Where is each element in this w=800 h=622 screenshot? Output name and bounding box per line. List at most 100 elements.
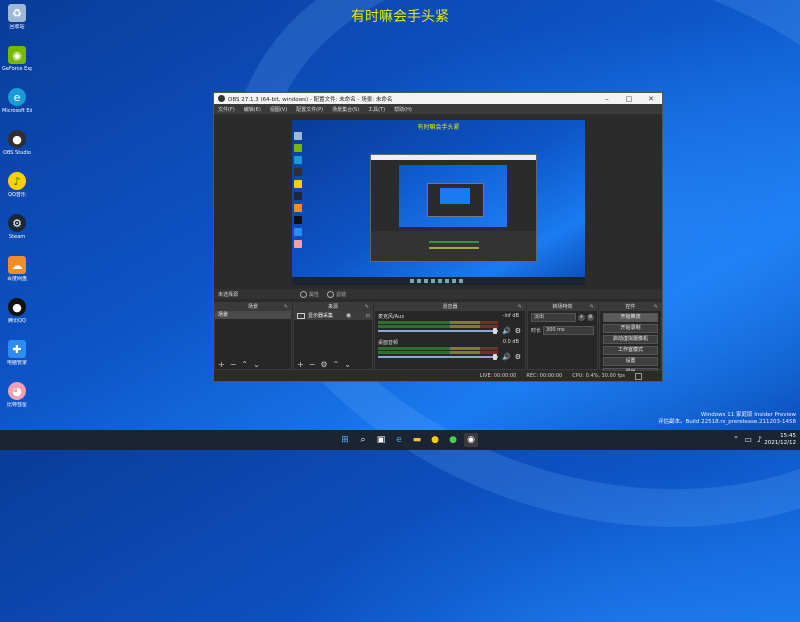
scene-transitions-dock: 转场特效 ✎ 淡出 + ⚙ 时长 300 ms [527,302,598,370]
source-item-display-capture[interactable]: 显示器采集 ◉ ▫ [294,311,372,320]
gear-icon[interactable]: ⚙ [515,327,521,335]
volume-meter [378,347,498,350]
desktop-icon-qq-music[interactable]: ♪ QQ音乐 [2,172,32,198]
remove-scene-button[interactable]: − [230,360,237,369]
studio-mode-button[interactable]: 工作室模式 [603,346,658,355]
qq-icon: ● [8,298,26,316]
remove-source-button[interactable]: − [309,360,316,369]
obs-icon: ● [8,130,26,148]
start-streaming-button[interactable]: 开始推流 [603,313,658,322]
obs-titlebar[interactable]: OBS 27.1.3 (64-bit, windows) - 配置文件: 未命名… [214,93,662,104]
add-source-button[interactable]: + [297,360,304,369]
speaker-icon[interactable]: 🔊 [502,353,511,361]
desktop-icon-pc-manager[interactable]: ✚ 电脑管家 [2,340,32,366]
menu-profile[interactable]: 配置文件(P) [296,106,323,113]
menu-edit[interactable]: 编辑(E) [244,106,261,113]
preview-taskbar [292,277,585,285]
add-scene-button[interactable]: + [218,360,225,369]
start-windows-icon[interactable]: ⊞ [338,433,352,447]
status-bar: LIVE: 00:00:00 REC: 00:00:00 CPU: 0.4%, … [214,371,662,381]
source-toolbar: 未选择源 属性 滤镜 [214,289,662,299]
chevron-up-icon[interactable]: ⌃ [733,435,740,444]
task-view-icon[interactable]: ▣ [374,433,388,447]
search-icon[interactable]: ⌕ [356,433,370,447]
settings-button[interactable]: 设置 [603,357,658,366]
move-down-button[interactable]: ⌄ [253,360,260,369]
transition-settings-button[interactable]: ⚙ [587,314,594,321]
volume-slider[interactable] [378,330,498,332]
desktop-icon-baidu[interactable]: ☁ 百度网盘 [2,256,32,282]
scene-item[interactable]: 场景 [215,311,291,319]
desktop-icon-recycle-bin[interactable]: ♻ 回收站 [2,4,32,30]
properties-toggle[interactable]: 属性 [300,290,319,298]
edge-icon: e [8,88,26,106]
visibility-eye-icon[interactable]: ◉ [346,312,351,319]
obs-window[interactable]: OBS 27.1.3 (64-bit, windows) - 配置文件: 未命名… [213,92,663,382]
add-transition-button[interactable]: + [578,314,585,321]
volume-meter [378,325,498,328]
start-recording-button[interactable]: 开始录制 [603,324,658,333]
gear-icon[interactable]: ⚙ [515,353,521,361]
obs-menubar: 文件(F) 编辑(E) 视图(V) 配置文件(P) 场景集合(S) 工具(T) … [214,104,662,114]
transition-type-select[interactable]: 淡出 [531,313,576,322]
desktop-icon-obs[interactable]: ● OBS Studio [2,130,32,156]
taskbar-clock[interactable]: 15:45 2021/12/12 [764,433,796,447]
desktop-icon-qq[interactable]: ● 腾讯QQ [2,298,32,324]
source-properties-button[interactable]: ⚙ [320,360,327,369]
volume-slider-handle[interactable] [493,354,497,360]
desktop-icon-geforce[interactable]: ◉ GeForce Experience [2,46,32,72]
network-icon[interactable]: ▭ [744,435,752,444]
move-up-button[interactable]: ⌃ [241,360,248,369]
dock-float-icon[interactable]: ✎ [654,303,658,311]
mixer-channel-mic: 麦克风/Aux -inf dB 🔊 ⚙ [375,313,525,337]
volume-slider-handle[interactable] [493,328,497,334]
top-banner-text: 有时嘛会手头紧 [351,9,449,25]
menu-tools[interactable]: 工具(T) [368,106,385,113]
menu-file[interactable]: 文件(F) [218,106,235,113]
pc-manager-icon[interactable]: ● [446,433,460,447]
cpu-fps: CPU: 0.4%, 30.00 fps [572,373,625,379]
duration-input[interactable]: 300 ms [543,326,594,335]
qq-music-icon[interactable]: ● [428,433,442,447]
desktop-icon-steam[interactable]: ⚙ Steam [2,214,32,240]
minimize-icon[interactable]: – [596,95,618,103]
dock-float-icon[interactable]: ✎ [590,303,594,311]
pig-icon: ◕ [8,382,26,400]
menu-help[interactable]: 帮助(H) [394,106,412,113]
close-icon[interactable]: ✕ [640,95,662,103]
move-up-button[interactable]: ⌃ [333,360,340,369]
nvidia-icon: ◉ [8,46,26,64]
qq-music-icon: ♪ [8,172,26,190]
mixer-channel-desktop: 桌面音频 0.0 dB 🔊 ⚙ [375,339,525,363]
dock-float-icon[interactable]: ✎ [284,303,288,311]
maximize-icon[interactable]: □ [618,95,640,103]
preview-nested-obs-window [370,154,537,262]
desktop-icon-edge[interactable]: e Microsoft Edge [2,88,32,114]
preview-area: 有时嘛会手头紧 [214,114,662,288]
baidu-netdisk-icon: ☁ [8,256,26,274]
menu-view[interactable]: 视图(V) [270,106,287,113]
start-virtual-camera-button[interactable]: 启动虚拟摄像机 [603,335,658,344]
dock-float-icon[interactable]: ✎ [365,303,369,311]
file-explorer-icon[interactable]: ▬ [410,433,424,447]
speaker-icon[interactable]: 🔊 [502,327,511,335]
menu-scene-collection[interactable]: 场景集合(S) [332,106,359,113]
volume-slider[interactable] [378,356,498,358]
preview-canvas[interactable]: 有时嘛会手头紧 [292,120,585,285]
controls-dock: 控件✎ 开始推流 开始录制 启动虚拟摄像机 工作室模式 设置 退出 [599,302,662,377]
obs-icon[interactable]: ◉ [464,433,478,447]
sources-dock-title: 来源 [327,304,338,310]
volume-icon[interactable]: ♪ [757,435,762,444]
filters-toggle[interactable]: 滤镜 [327,290,346,298]
resize-grip-icon[interactable] [635,372,642,380]
transitions-dock-title: 转场特效 [552,304,573,310]
move-down-button[interactable]: ⌄ [344,360,351,369]
volume-meter [378,351,498,354]
preview-desktop-icons [294,132,304,252]
dock-float-icon[interactable]: ✎ [518,303,522,311]
edge-icon[interactable]: e [392,433,406,447]
desktop-icon-pig[interactable]: ◕ 比特彗星 [2,382,32,408]
windows-watermark: Windows 11 家庭版 Insider Preview 评估副本。Buil… [658,412,796,425]
lock-icon[interactable]: ▫ [366,312,370,319]
duration-label: 时长 [531,328,542,334]
